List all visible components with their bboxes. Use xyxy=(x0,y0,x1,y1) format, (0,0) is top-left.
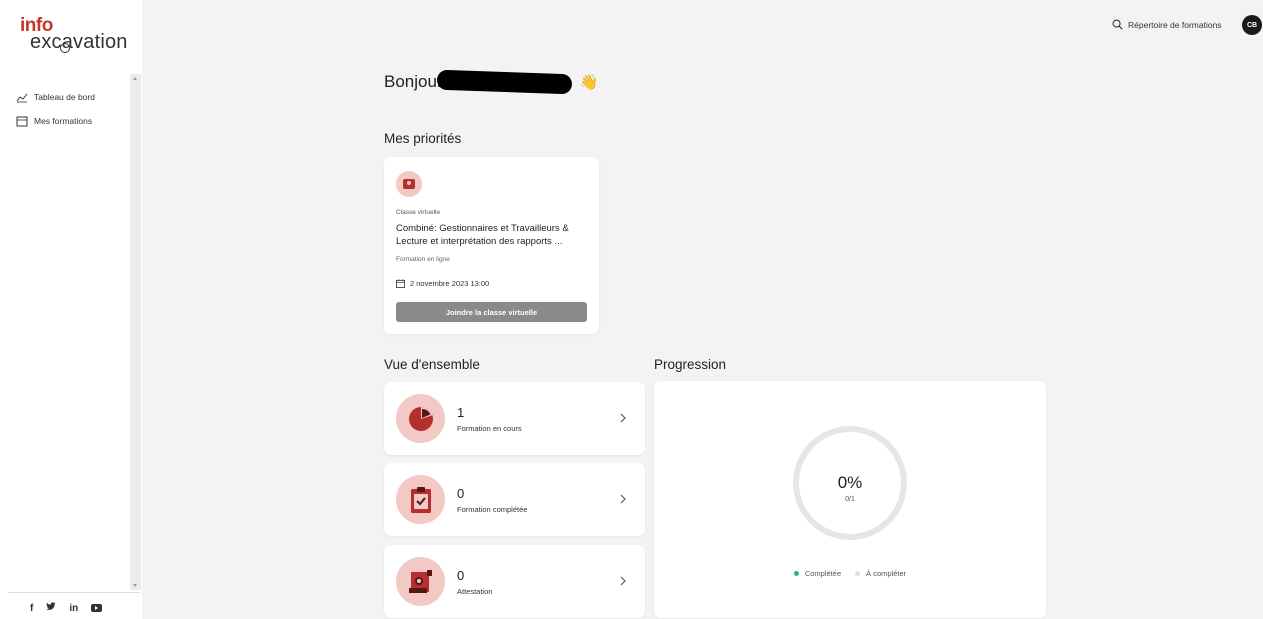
legend-dot xyxy=(793,571,799,576)
priority-course-name[interactable]: Combiné: Gestionnaires et Travailleurs &… xyxy=(396,222,591,248)
logo[interactable]: info excavation xyxy=(20,16,128,53)
greeting: Bonjour 👋 xyxy=(384,69,599,95)
sidebar-item-label: Tableau de bord xyxy=(34,92,95,102)
greeting-text: Bonjour xyxy=(384,72,443,91)
legend-item-completed: Complétée xyxy=(793,569,842,578)
social-links: f in xyxy=(30,602,103,614)
logo-hook-icon xyxy=(60,43,70,53)
sidebar-scrollbar[interactable] xyxy=(130,74,141,590)
facebook-icon[interactable]: f xyxy=(30,603,33,614)
chevron-right-icon xyxy=(620,494,626,504)
sidebar-nav: Tableau de bord Mes formations xyxy=(16,85,126,133)
scroll-down-icon[interactable] xyxy=(133,584,137,587)
search-icon xyxy=(1112,19,1123,30)
progress-fraction: 0/1 xyxy=(845,496,855,503)
priority-card[interactable]: Classe virtuelle Combiné: Gestionnaires … xyxy=(384,157,599,334)
chevron-right-icon xyxy=(620,413,626,423)
overview-title: Vue d'ensemble xyxy=(384,357,480,372)
stat-card-in-progress[interactable]: 1 Formation en cours xyxy=(384,382,645,455)
sidebar-item-mes-formations[interactable]: Mes formations xyxy=(16,109,126,133)
training-directory-label: Répertoire de formations xyxy=(1128,19,1222,30)
join-virtual-class-button[interactable]: Joindre la classe virtuelle xyxy=(396,302,587,322)
stat-value: 0 xyxy=(457,486,465,501)
wave-emoji-icon: 👋 xyxy=(579,74,599,91)
scroll-up-icon[interactable] xyxy=(133,77,137,80)
priorities-title: Mes priorités xyxy=(384,131,462,146)
stat-label: Attestation xyxy=(457,587,493,596)
clipboard-check-icon xyxy=(396,475,445,524)
sidebar-divider xyxy=(8,592,140,593)
pie-icon xyxy=(396,394,445,443)
avatar[interactable]: CB xyxy=(1242,15,1262,35)
priority-date: 2 novembre 2023 13:00 xyxy=(396,279,489,288)
chevron-right-icon xyxy=(620,576,626,586)
stat-value: 0 xyxy=(457,568,465,583)
stat-label: Formation complétée xyxy=(457,505,528,514)
calendar-icon xyxy=(396,279,405,288)
twitter-icon[interactable] xyxy=(46,602,56,614)
progression-title: Progression xyxy=(654,357,727,372)
stat-label: Formation en cours xyxy=(457,424,522,433)
priority-date-text: 2 novembre 2023 13:00 xyxy=(410,279,490,288)
sidebar: info excavation Tableau de bord Mes form… xyxy=(0,0,142,619)
priority-mode: Formation en ligne xyxy=(396,256,450,263)
legend-label: À compléter xyxy=(866,569,907,578)
stat-card-completed[interactable]: 0 Formation complétée xyxy=(384,463,645,536)
sidebar-item-tableau-de-bord[interactable]: Tableau de bord xyxy=(16,85,126,109)
youtube-icon[interactable] xyxy=(91,604,103,612)
linkedin-icon[interactable]: in xyxy=(69,603,78,614)
priority-type: Classe virtuelle xyxy=(396,209,441,216)
legend-label: Complétée xyxy=(804,569,842,578)
legend-item-to-complete: À compléter xyxy=(855,569,906,578)
sidebar-item-label: Mes formations xyxy=(34,116,93,126)
training-directory-link[interactable]: Répertoire de formations xyxy=(1112,19,1222,30)
redacted-username xyxy=(436,69,572,95)
calendar-icon xyxy=(16,116,28,127)
logo-excavation-text: excavation xyxy=(30,31,128,53)
chart-line-icon xyxy=(16,93,28,103)
virtual-class-icon xyxy=(396,171,422,197)
stat-card-attestation[interactable]: 0 Attestation xyxy=(384,545,645,618)
progress-legend: Complétée À compléter xyxy=(654,569,1046,578)
progression-card: 0% 0/1 Complétée À compléter xyxy=(654,381,1046,618)
progress-percent: 0% xyxy=(837,473,863,492)
certificate-icon xyxy=(396,557,445,606)
stat-value: 1 xyxy=(457,405,465,420)
legend-dot xyxy=(855,571,861,576)
